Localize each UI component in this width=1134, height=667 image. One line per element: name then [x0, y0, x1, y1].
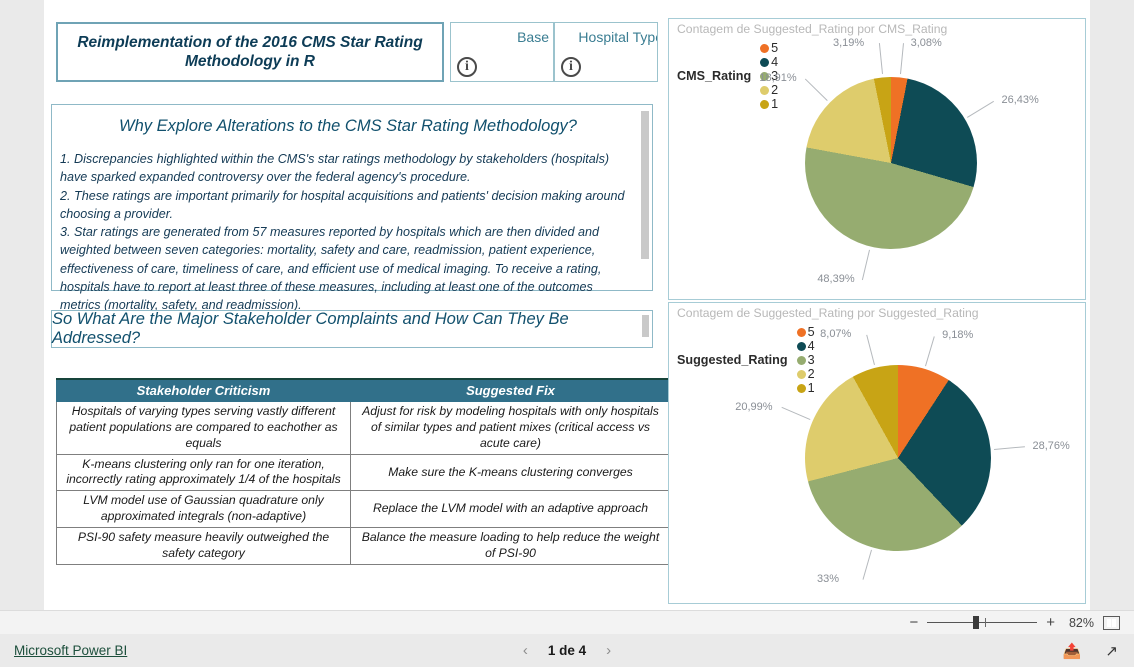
pie-chart[interactable] [805, 77, 977, 249]
chevron-right-icon[interactable]: › [606, 642, 611, 659]
table-cell: Replace the LVM model with an adaptive a… [350, 490, 671, 529]
legend-item[interactable]: 2 [760, 83, 778, 97]
pie-data-label: 3,08% [910, 36, 942, 49]
legend-item[interactable]: 5 [796, 325, 815, 339]
pie-data-label: 8,07% [820, 328, 852, 341]
question-bar: So What Are the Major Stakeholder Compla… [51, 310, 653, 348]
pie-slices[interactable] [805, 365, 991, 551]
table-row: K-means clustering only ran for one iter… [56, 453, 671, 492]
zoom-slider[interactable] [927, 616, 1038, 629]
legend-title: Suggested_Rating [677, 353, 788, 367]
fit-to-page-icon[interactable] [1103, 615, 1120, 630]
legend-label: 1 [771, 97, 779, 111]
visual-title: Contagem de Suggested_Rating por Suggest… [677, 306, 979, 320]
table-cell: Make sure the K-means clustering converg… [350, 453, 671, 492]
info-icon[interactable]: i [457, 57, 477, 77]
table-cell: K-means clustering only ran for one iter… [56, 453, 351, 492]
pie-slices[interactable] [805, 77, 977, 249]
zoom-bar: − + 82% [0, 610, 1134, 634]
legend-label: 5 [807, 325, 815, 339]
page-title: Reimplementation of the 2016 CMS Star Ra… [77, 33, 423, 70]
legend[interactable]: Suggested_Rating 54321 [677, 325, 817, 395]
legend-item[interactable]: 4 [796, 339, 815, 353]
pie-data-label: 3,19% [832, 36, 865, 49]
pie-data-label: 9,18% [942, 329, 974, 342]
legend-item[interactable]: 5 [760, 41, 778, 55]
chevron-left-icon[interactable]: ‹ [523, 642, 528, 659]
pie-visual-cms-rating[interactable]: Contagem de Suggested_Rating por CMS_Rat… [668, 18, 1086, 300]
pie-leader-line [862, 550, 872, 581]
canvas-gutter-left [0, 0, 44, 610]
pie-leader-line [899, 43, 904, 75]
table-header-fix: Suggested Fix [350, 378, 671, 402]
zoom-in-button[interactable]: + [1046, 614, 1055, 631]
pie-data-label: 20,99% [735, 401, 773, 414]
page-indicator: 1 de 4 [547, 643, 587, 658]
zoom-level-label: 82% [1068, 615, 1094, 630]
pie-data-label: 33% [817, 573, 840, 586]
table-cell: PSI-90 safety measure heavily outweighed… [56, 527, 351, 565]
footer-actions: 📤 ↗ [1063, 642, 1118, 660]
table-cell: LVM model use of Gaussian quadrature onl… [56, 490, 351, 529]
pie-data-label: 26,43% [1001, 93, 1039, 106]
table-cell: Hospitals of varying types serving vastl… [56, 401, 351, 455]
legend-title: CMS_Rating [677, 69, 752, 83]
pie-leader-line [925, 336, 936, 367]
legend-item[interactable]: 1 [760, 97, 778, 111]
visual-title: Contagem de Suggested_Rating por CMS_Rat… [677, 22, 948, 36]
legend-swatch-icon [796, 355, 806, 365]
text-panel-scrollbar[interactable] [641, 111, 649, 259]
legend-item[interactable]: 4 [760, 55, 778, 69]
fullscreen-icon[interactable]: ↗ [1105, 642, 1118, 660]
slicer-base-label: Base [517, 29, 549, 45]
zoom-slider-tick [985, 618, 987, 627]
slicer-hospital-type-label: Hospital Type [578, 29, 658, 45]
legend-swatch-icon [796, 341, 806, 351]
pie-leader-line [862, 249, 871, 280]
legend-swatch-icon [760, 99, 770, 109]
pie-chart[interactable] [805, 365, 991, 551]
table-row: LVM model use of Gaussian quadrature onl… [56, 490, 671, 529]
legend-label: 5 [771, 41, 779, 55]
legend-label: 4 [807, 339, 815, 353]
report-canvas: Reimplementation of the 2016 CMS Star Ra… [44, 0, 1090, 610]
pie-leader-line [993, 446, 1025, 451]
report-title-card: Reimplementation of the 2016 CMS Star Ra… [56, 22, 444, 82]
zoom-slider-thumb[interactable] [973, 616, 980, 629]
table-row: Hospitals of varying types serving vastl… [56, 401, 671, 455]
table-header-criticism: Stakeholder Criticism [56, 378, 351, 402]
text-panel-body: 1. Discrepancies highlighted within the … [60, 152, 625, 312]
legend-swatch-icon [796, 327, 806, 337]
table-cell: Adjust for risk by modeling hospitals wi… [350, 401, 671, 455]
table-row: PSI-90 safety measure heavily outweighed… [56, 527, 671, 565]
power-bi-report-viewer: Reimplementation of the 2016 CMS Star Ra… [0, 0, 1134, 667]
powerbi-brand-link[interactable]: Microsoft Power BI [14, 643, 127, 658]
question-bar-scrollbar[interactable] [642, 315, 649, 337]
question-bar-text: So What Are the Major Stakeholder Compla… [52, 310, 569, 347]
pie-data-label: 48,39% [817, 272, 855, 285]
table-header-row: Stakeholder Criticism Suggested Fix [56, 378, 671, 402]
zoom-out-button[interactable]: − [909, 614, 918, 631]
legend-label: 2 [771, 83, 779, 97]
pie-data-label: 18,91% [759, 71, 797, 84]
footer-bar: Microsoft Power BI ‹ 1 de 4 › 📤 ↗ [0, 634, 1134, 667]
share-icon[interactable]: 📤 [1063, 642, 1082, 660]
pie-leader-line [878, 43, 884, 75]
legend-swatch-icon [760, 57, 770, 67]
criticism-fix-table: Stakeholder Criticism Suggested Fix Hosp… [56, 378, 671, 565]
canvas-gutter-right [1090, 0, 1134, 610]
slicer-base[interactable]: Base i [450, 22, 554, 82]
text-panel: Why Explore Alterations to the CMS Star … [51, 104, 653, 312]
legend-label: 4 [771, 55, 779, 69]
text-panel-heading: Why Explore Alterations to the CMS Star … [119, 117, 577, 135]
legend-swatch-icon [760, 85, 770, 95]
pie-data-label: 28,76% [1032, 439, 1070, 452]
table-cell: Balance the measure loading to help redu… [350, 527, 671, 565]
info-icon[interactable]: i [561, 57, 581, 77]
pager: ‹ 1 de 4 › [523, 642, 611, 659]
pie-leader-line [866, 334, 875, 366]
pie-visual-suggested-rating[interactable]: Contagem de Suggested_Rating por Suggest… [668, 302, 1086, 604]
slicer-hospital-type[interactable]: Hospital Type i [554, 22, 658, 82]
legend-swatch-icon [760, 43, 770, 53]
